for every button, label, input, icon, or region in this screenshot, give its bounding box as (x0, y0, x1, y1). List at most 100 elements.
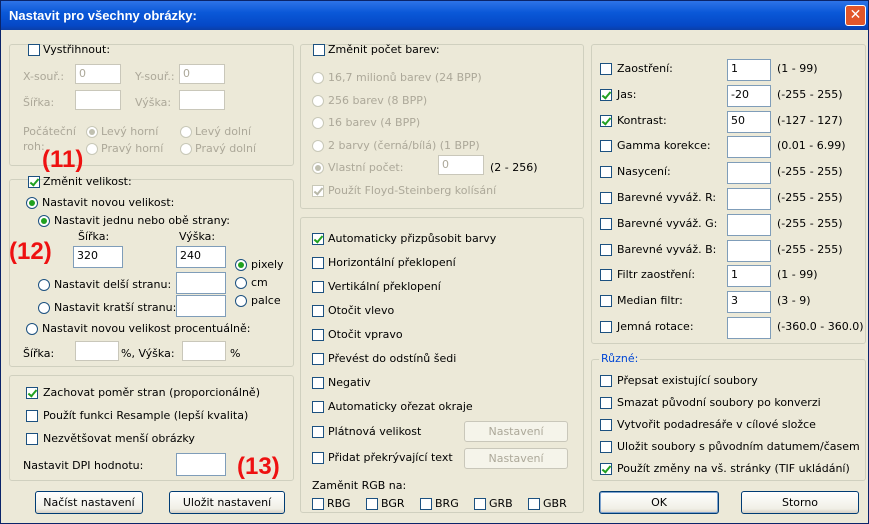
delete-originals-checkbox[interactable] (600, 397, 612, 409)
balance-g-input[interactable] (727, 213, 771, 236)
color-4bpp-radio[interactable] (312, 117, 324, 129)
no-enlarge-label: Nezvětšovat menší obrázky (43, 432, 195, 445)
negative-checkbox[interactable] (312, 377, 324, 389)
change-colors-checkbox[interactable] (313, 44, 325, 56)
all-pages-checkbox[interactable] (600, 463, 612, 475)
color-1bpp-radio[interactable] (312, 140, 324, 152)
corner-bottom-left-radio[interactable] (180, 126, 192, 138)
contrast-input[interactable]: 50 (727, 110, 771, 133)
save-settings-button[interactable]: Uložit nastavení (169, 491, 285, 514)
fine-rotation-input[interactable] (727, 317, 771, 339)
new-size-radio[interactable] (26, 197, 38, 209)
corner-top-left-radio[interactable] (86, 126, 98, 138)
percent-radio[interactable] (26, 323, 38, 335)
crop-height-input[interactable] (179, 90, 225, 110)
no-enlarge-checkbox[interactable] (26, 433, 38, 445)
corner-bottom-right-radio[interactable] (180, 143, 192, 155)
brightness-checkbox[interactable] (600, 88, 612, 101)
gamma-input[interactable] (727, 136, 771, 159)
flip-vertical-checkbox[interactable] (312, 281, 324, 293)
unit-inch-radio[interactable] (235, 295, 247, 307)
crop-x-input[interactable]: 0 (75, 64, 121, 84)
dpi-input[interactable] (176, 453, 226, 476)
brightness-input[interactable]: -20 (727, 84, 771, 107)
median-input[interactable]: 3 (727, 291, 771, 314)
custom-count-radio[interactable] (312, 162, 324, 174)
rotate-left-checkbox[interactable] (312, 305, 324, 317)
crop-checkbox[interactable] (28, 44, 40, 56)
load-settings-button[interactable]: Načíst nastavení (35, 491, 143, 514)
keep-date-checkbox[interactable] (600, 441, 612, 453)
corner-bottom-left-label: Levý dolní (195, 125, 252, 138)
gamma-checkbox[interactable] (600, 140, 612, 153)
shorter-side-radio[interactable] (38, 302, 50, 314)
canvas-settings-button[interactable]: Nastavení (464, 421, 568, 442)
floyd-checkbox[interactable] (312, 185, 324, 197)
crop-height-label: Výška: (135, 96, 172, 109)
sharpen-filter-checkbox[interactable] (600, 269, 612, 282)
sharpen-checkbox[interactable] (600, 63, 612, 75)
corner-top-right-radio[interactable] (86, 143, 98, 155)
contrast-range: (-127 - 127) (777, 113, 843, 127)
fine-rotation-checkbox[interactable] (600, 321, 612, 333)
unit-cm-radio[interactable] (235, 277, 247, 289)
sharpen-input[interactable]: 1 (727, 59, 771, 81)
balance-g-checkbox[interactable] (600, 217, 612, 230)
one-or-both-radio[interactable] (38, 215, 50, 227)
auto-crop-checkbox[interactable] (312, 401, 324, 413)
overwrite-checkbox[interactable] (600, 375, 612, 387)
overlay-settings-button[interactable]: Nastavení (464, 448, 568, 469)
width-input[interactable]: 320 (73, 246, 123, 268)
contrast-checkbox[interactable] (600, 114, 612, 127)
corner-top-left-label: Levý horní (101, 125, 159, 138)
balance-r-input[interactable] (727, 188, 771, 210)
balance-r-checkbox[interactable] (600, 192, 612, 204)
median-checkbox[interactable] (600, 295, 612, 308)
sharpen-filter-input[interactable]: 1 (727, 265, 771, 288)
corner-bottom-right-label: Pravý dolní (195, 142, 257, 155)
balance-b-checkbox[interactable] (600, 243, 612, 256)
crop-y-input[interactable]: 0 (179, 64, 225, 84)
saturation-checkbox[interactable] (600, 166, 612, 179)
close-button[interactable]: ✕ (845, 5, 866, 26)
swap-brg-checkbox[interactable] (420, 498, 432, 510)
percent-sign: % (230, 347, 241, 360)
overlay-text-checkbox[interactable] (312, 452, 324, 464)
one-or-both-label: Nastavit jednu nebo obě strany: (54, 214, 230, 227)
swap-gbr-checkbox[interactable] (528, 498, 540, 510)
swap-rbg-checkbox[interactable] (312, 498, 324, 510)
percent-height-input[interactable] (182, 341, 226, 361)
flip-horizontal-checkbox[interactable] (312, 257, 324, 269)
balance-r-label: Barevné vyváž. R: (617, 191, 717, 204)
canvas-size-checkbox[interactable] (312, 426, 324, 438)
unit-inch-label: palce (251, 294, 281, 307)
create-subfolders-checkbox[interactable] (600, 419, 612, 431)
rotate-right-checkbox[interactable] (312, 329, 324, 341)
resize-checkbox[interactable] (28, 176, 40, 188)
longer-side-radio[interactable] (38, 279, 50, 291)
unit-pixels-radio[interactable] (235, 259, 247, 271)
swap-grb-checkbox[interactable] (474, 498, 486, 510)
height-input[interactable]: 240 (176, 246, 226, 268)
cancel-button[interactable]: Storno (741, 491, 859, 514)
shorter-side-input[interactable] (176, 295, 226, 317)
resample-checkbox[interactable] (26, 410, 38, 422)
grayscale-checkbox[interactable] (312, 353, 324, 365)
longer-side-input[interactable] (176, 272, 226, 294)
floyd-label: Použít Floyd-Steinberg kolísání (328, 184, 497, 197)
custom-count-input[interactable]: 0 (438, 155, 484, 175)
ok-button[interactable]: OK (599, 491, 719, 514)
swap-rbg-label: RBG (327, 497, 351, 510)
crop-width-input[interactable] (75, 90, 121, 110)
crop-label: Vystřihnout: (43, 43, 111, 56)
delete-originals-label: Smazat původní soubory po konverzi (617, 396, 821, 409)
auto-colors-checkbox[interactable] (312, 233, 324, 245)
balance-b-input[interactable] (727, 239, 771, 262)
keep-ratio-checkbox[interactable] (26, 387, 38, 399)
saturation-input[interactable] (727, 162, 771, 185)
color-8bpp-radio[interactable] (312, 95, 324, 107)
swap-bgr-checkbox[interactable] (366, 498, 378, 510)
percent-width-input[interactable] (75, 341, 119, 361)
color-24bpp-radio[interactable] (312, 72, 324, 84)
median-range: (3 - 9) (777, 294, 811, 308)
